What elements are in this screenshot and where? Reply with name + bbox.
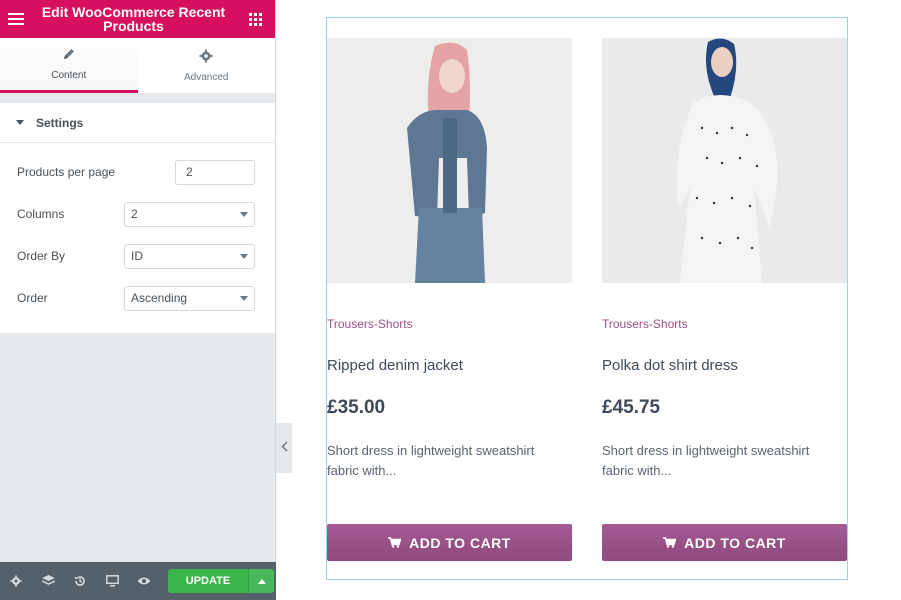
pencil-icon <box>62 47 76 64</box>
sidebar-header: Edit WooCommerce Recent Products <box>0 0 275 38</box>
product-title[interactable]: Polka dot shirt dress <box>602 357 847 374</box>
settings-controls: Products per page Columns 2 Order By ID … <box>0 143 275 333</box>
order-by-label: Order By <box>17 249 66 263</box>
product-description: Short dress in lightweight sweatshirt fa… <box>602 443 810 478</box>
columns-value: 2 <box>131 207 138 221</box>
menu-icon[interactable] <box>0 13 32 25</box>
product-category[interactable]: Trousers-Shorts <box>602 317 847 331</box>
tab-advanced-label: Advanced <box>184 71 229 83</box>
product-title[interactable]: Ripped denim jacket <box>327 357 572 374</box>
order-control: Order Ascending <box>17 277 255 319</box>
add-to-cart-label: ADD TO CART <box>409 534 511 551</box>
editor-sidebar: Edit WooCommerce Recent Products Content… <box>0 0 276 600</box>
update-button[interactable]: UPDATE <box>168 569 248 593</box>
product-category[interactable]: Trousers-Shorts <box>327 317 572 331</box>
widgets-grid-icon[interactable] <box>235 12 275 26</box>
columns-control: Columns 2 <box>17 193 255 235</box>
update-options-button[interactable] <box>248 569 274 593</box>
preview-eye-icon[interactable] <box>128 576 160 586</box>
chevron-down-icon <box>240 253 248 259</box>
order-value: Ascending <box>131 291 188 305</box>
gear-icon <box>199 49 213 66</box>
products-per-page-input[interactable] <box>175 159 255 185</box>
add-to-cart-button[interactable]: ADD TO CART <box>327 524 572 561</box>
cart-icon <box>663 535 677 551</box>
product-price: £45.75 <box>602 397 661 418</box>
product-image-denim-jacket[interactable] <box>327 38 572 283</box>
add-to-cart-button[interactable]: ADD TO CART <box>602 524 847 561</box>
products-per-page-label: Products per page <box>17 165 116 179</box>
caret-up-icon <box>257 578 266 584</box>
product-price: £35.00 <box>327 397 386 418</box>
section-title: Settings <box>36 115 84 130</box>
products-per-page-control: Products per page <box>17 151 255 193</box>
order-by-control: Order By ID <box>17 235 255 277</box>
panel-tabs: Content Advanced <box>0 38 275 93</box>
columns-label: Columns <box>17 207 65 221</box>
columns-select[interactable]: 2 <box>124 201 255 227</box>
order-by-value: ID <box>131 249 143 263</box>
chevron-down-icon <box>240 211 248 217</box>
settings-gear-icon[interactable] <box>0 575 32 587</box>
chevron-down-icon <box>240 295 248 301</box>
products-widget-preview: Trousers-Shorts Ripped denim jacket £35.… <box>326 17 848 580</box>
product-image-polka-dress[interactable] <box>602 38 847 283</box>
cart-icon <box>388 535 402 551</box>
settings-section-toggle[interactable]: Settings <box>0 103 275 143</box>
sidebar-footer: UPDATE <box>0 562 276 600</box>
product-description: Short dress in lightweight sweatshirt fa… <box>327 443 535 478</box>
caret-down-icon <box>16 120 24 125</box>
tab-content-label: Content <box>51 70 87 81</box>
order-label: Order <box>17 291 48 305</box>
collapse-panel-button[interactable] <box>276 423 292 473</box>
order-by-select[interactable]: ID <box>124 243 255 269</box>
add-to-cart-label: ADD TO CART <box>684 534 786 551</box>
history-icon[interactable] <box>64 575 96 587</box>
chevron-left-icon <box>280 441 288 455</box>
product-card: Trousers-Shorts Polka dot shirt dress £4… <box>602 38 847 561</box>
product-card: Trousers-Shorts Ripped denim jacket £35.… <box>327 38 572 561</box>
responsive-desktop-icon[interactable] <box>96 575 128 587</box>
panel-title: Edit WooCommerce Recent Products <box>41 4 226 34</box>
tab-advanced[interactable]: Advanced <box>138 38 276 93</box>
tab-content[interactable]: Content <box>0 38 138 93</box>
navigator-layers-icon[interactable] <box>32 575 64 587</box>
order-select[interactable]: Ascending <box>124 285 255 311</box>
